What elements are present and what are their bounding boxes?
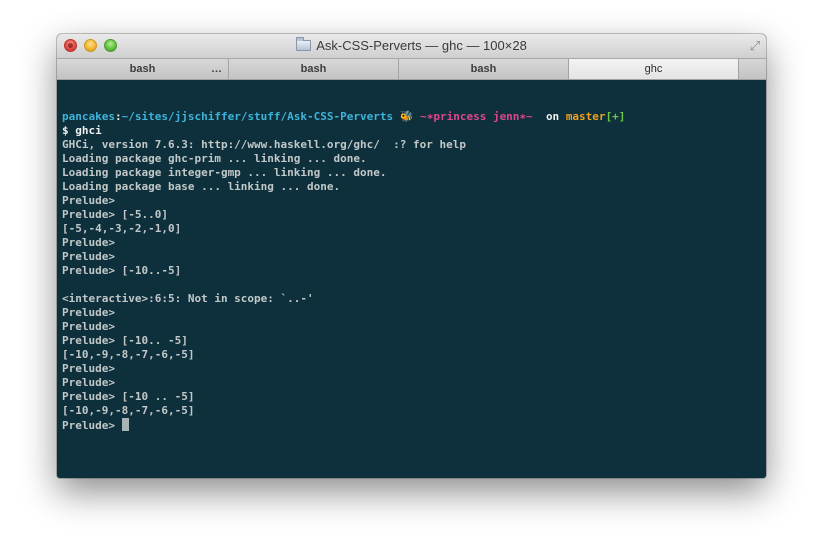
shell-prompt: pancakes:~/sites/jjschiffer/stuff/Ask-CS… bbox=[62, 110, 766, 124]
output-line: Prelude> [-10 .. -5] bbox=[62, 390, 195, 403]
tab-label: ghc bbox=[644, 63, 663, 75]
tab-bash-2[interactable]: bash bbox=[229, 59, 399, 79]
output-line: Prelude> bbox=[62, 320, 115, 333]
git-branch: master bbox=[565, 110, 606, 123]
prompt-separator: : bbox=[114, 110, 122, 123]
prompt-user: pancakes bbox=[62, 110, 115, 123]
output-line: Prelude> bbox=[62, 250, 115, 263]
tab-bash-3[interactable]: bash bbox=[399, 59, 569, 79]
output-line: Prelude> [-10.. -5] bbox=[62, 334, 188, 347]
tab-label: bash bbox=[129, 63, 156, 75]
text-cursor bbox=[121, 418, 129, 431]
current-prompt: Prelude> bbox=[62, 419, 122, 432]
tab-bash-1[interactable]: bash … bbox=[57, 59, 229, 79]
bee-icon: 🐝 bbox=[399, 110, 414, 123]
folder-icon bbox=[296, 37, 312, 51]
tab-bar-spacer bbox=[739, 59, 766, 79]
tab-label: bash bbox=[300, 63, 327, 75]
output-line: [-10,-9,-8,-7,-6,-5] bbox=[62, 348, 195, 361]
output-line: <interactive>:6:5: Not in scope: `..-' bbox=[62, 292, 314, 305]
tab-label: bash bbox=[470, 63, 497, 75]
tab-overflow-indicator: … bbox=[211, 63, 222, 75]
tab-ghc[interactable]: ghc bbox=[569, 59, 739, 79]
terminal-window: Ask-CSS-Perverts — ghc — 100×28 ⤢ bash …… bbox=[57, 34, 766, 478]
output-line: Prelude> bbox=[62, 306, 115, 319]
output-line: Loading package integer-gmp ... linking … bbox=[62, 166, 387, 179]
fullscreen-icon[interactable]: ⤢ bbox=[748, 39, 762, 53]
output-line: Prelude> bbox=[62, 362, 115, 375]
output-line: Prelude> [-5..0] bbox=[62, 208, 168, 221]
output-line: [-10,-9,-8,-7,-6,-5] bbox=[62, 404, 195, 417]
prompt-on: on bbox=[545, 110, 560, 123]
output-line: Prelude> [-10..-5] bbox=[62, 264, 182, 277]
output-lines: GHCi, version 7.6.3: http://www.haskell.… bbox=[62, 138, 766, 418]
title-bar[interactable]: Ask-CSS-Perverts — ghc — 100×28 ⤢ bbox=[57, 34, 766, 59]
command-line: $ ghci bbox=[62, 124, 102, 137]
terminal-output[interactable]: pancakes:~/sites/jjschiffer/stuff/Ask-CS… bbox=[57, 80, 766, 478]
output-line: Prelude> bbox=[62, 236, 115, 249]
tab-bar: bash … bash bash ghc bbox=[57, 59, 766, 80]
output-line: Prelude> bbox=[62, 376, 115, 389]
output-line: Prelude> bbox=[62, 194, 115, 207]
output-line: Loading package base ... linking ... don… bbox=[62, 180, 341, 193]
prompt-path: ~/sites/jjschiffer/stuff/Ask-CSS-Pervert… bbox=[121, 110, 394, 123]
window-title-text: Ask-CSS-Perverts — ghc — 100×28 bbox=[316, 38, 527, 53]
output-line: Loading package ghc-prim ... linking ...… bbox=[62, 152, 367, 165]
window-title: Ask-CSS-Perverts — ghc — 100×28 bbox=[57, 37, 766, 53]
git-status: [+] bbox=[605, 110, 626, 123]
current-prompt-line: Prelude> bbox=[62, 418, 766, 432]
prompt-nickname: ~∗princess jenn∗~ bbox=[420, 110, 533, 123]
output-line: [-5,-4,-3,-2,-1,0] bbox=[62, 222, 182, 235]
output-line: GHCi, version 7.6.3: http://www.haskell.… bbox=[62, 138, 466, 151]
